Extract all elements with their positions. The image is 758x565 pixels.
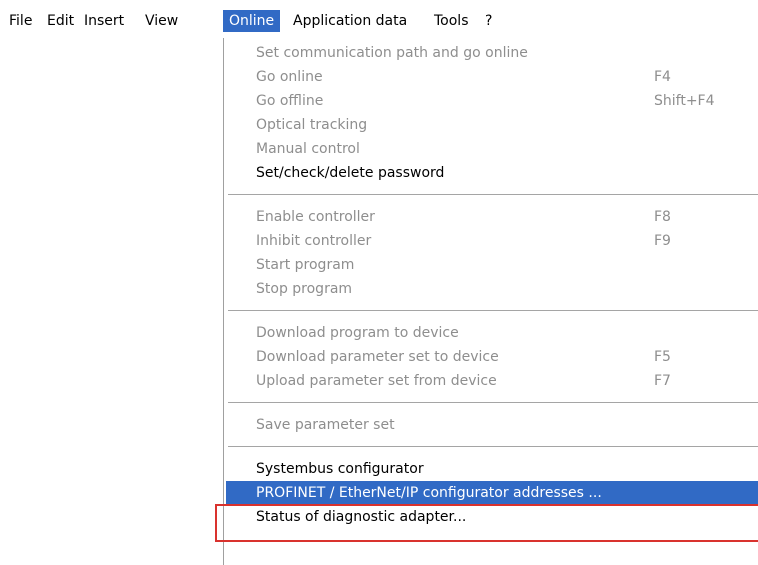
menu-item-label: Go offline [256,93,324,109]
menu-item[interactable]: Set/check/delete password [226,161,758,185]
menu-item-label: Inhibit controller [256,233,372,249]
menu-item[interactable]: Inhibit controller F9 [226,229,758,253]
online-dropdown-menu: Set communication path and go online Go o… [223,38,758,565]
menu-item[interactable]: Download parameter set to device F5 [226,345,758,369]
menu-item-shortcut: F4 [654,69,671,85]
menu-item-shortcut: F7 [654,373,671,389]
menu-item[interactable]: Set communication path and go online [226,41,758,65]
menu-item-label: Save parameter set [256,417,395,433]
menu-insert[interactable]: Insert [84,10,124,32]
menu-item[interactable]: Upload parameter set from device F7 [226,369,758,393]
menu-item[interactable]: Enable controller F8 [226,205,758,229]
menu-item-label: Manual control [256,141,360,157]
menu-item-label: Start program [256,257,355,273]
menu-separator [228,446,758,448]
menu-item[interactable]: Go online F4 [226,65,758,89]
menu-item-label: Download parameter set to device [256,349,499,365]
menu-item[interactable]: Start program [226,253,758,277]
menu-file[interactable]: File [9,10,32,32]
menu-item-label: Systembus configurator [256,461,424,477]
menu-item-shortcut: F9 [654,233,671,249]
menu-item-label: Stop program [256,281,353,297]
menu-edit[interactable]: Edit [47,10,74,32]
menu-separator [228,402,758,404]
menu-item-label: Upload parameter set from device [256,373,497,389]
menu-item-label: PROFINET / EtherNet/IP configurator addr… [256,485,602,501]
menu-item[interactable]: Systembus configurator [226,457,758,481]
menu-item[interactable]: Manual control [226,137,758,161]
menu-item-label: Status of diagnostic adapter... [256,509,467,525]
menu-item[interactable]: Status of diagnostic adapter... [226,505,758,529]
menu-separator [228,194,758,196]
menu-item-shortcut: F8 [654,209,671,225]
menu-item[interactable]: Stop program [226,277,758,301]
menu-item[interactable]: PROFINET / EtherNet/IP configurator addr… [226,481,758,505]
menu-view[interactable]: View [145,10,178,32]
menu-item-label: Set/check/delete password [256,165,445,181]
menu-item-label: Enable controller [256,209,375,225]
menu-online[interactable]: Online [223,10,281,32]
menu-application-data[interactable]: Application data [293,10,407,32]
menu-bar: File Edit Insert View Online Application… [0,0,758,38]
menu-item-label: Go online [256,69,323,85]
menu-item[interactable]: Optical tracking [226,113,758,137]
menu-item-label: Optical tracking [256,117,368,133]
menu-tools[interactable]: Tools [434,10,469,32]
menu-item-shortcut: F5 [654,349,671,365]
menu-item[interactable]: Go offline Shift+F4 [226,89,758,113]
menu-separator [228,310,758,312]
menu-help[interactable]: ? [485,10,492,32]
menu-item[interactable]: Download program to device [226,321,758,345]
menu-item-shortcut: Shift+F4 [654,93,715,109]
menu-item[interactable]: Save parameter set [226,413,758,437]
menu-item-label: Download program to device [256,325,459,341]
menu-item-label: Set communication path and go online [256,45,528,61]
